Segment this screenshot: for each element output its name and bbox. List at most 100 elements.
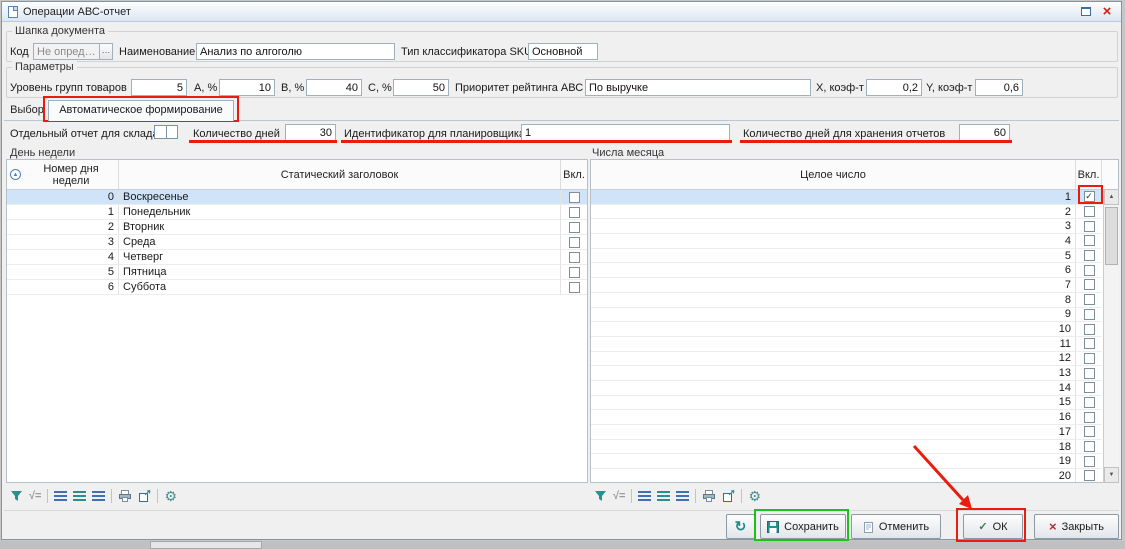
abc-priority-input[interactable] [585,79,811,96]
table-row[interactable]: 10 [591,322,1102,337]
planner-id-input[interactable] [521,124,730,141]
table-row[interactable]: 4 [591,234,1102,249]
list-grid-icon[interactable] [92,491,105,502]
print-icon[interactable] [702,490,716,502]
c-percent-input[interactable] [393,79,449,96]
table-row[interactable]: 11 [591,337,1102,352]
name-input[interactable] [196,43,395,60]
row-checkbox[interactable] [1084,294,1095,305]
row-checkbox[interactable] [1084,235,1095,246]
export-icon[interactable] [722,490,735,502]
table-row[interactable]: 14 [591,381,1102,396]
settings-gear-icon[interactable]: ⚙ [748,489,761,503]
ok-button[interactable]: ✓ ОК [963,514,1023,539]
sort-ascending-icon[interactable]: ▲ [10,169,21,180]
row-checkbox[interactable] [1084,456,1095,467]
code-browse-button[interactable]: … [99,44,112,59]
custom-filter-icon[interactable]: √= [29,490,41,502]
table-row[interactable]: 3 [591,219,1102,234]
close-window-button[interactable]: × [1099,5,1115,19]
table-row[interactable]: 8 [591,293,1102,308]
static-header-column-header[interactable]: Статический заголовок [119,160,561,189]
table-row[interactable]: 18 [591,440,1102,455]
scrollbar-thumb[interactable] [1105,207,1118,265]
row-checkbox[interactable] [1084,470,1095,481]
table-row[interactable]: 1Понедельник [7,205,587,220]
list-grid-icon[interactable] [676,491,689,502]
row-checkbox[interactable] [1084,206,1095,217]
scroll-down-arrow[interactable]: ▼ [1104,467,1119,483]
list-view-icon[interactable] [54,491,67,502]
row-checkbox[interactable] [1084,265,1095,276]
row-checkbox[interactable] [569,252,580,263]
table-row[interactable]: 2 [591,205,1102,220]
row-checkbox[interactable] [1084,353,1095,364]
row-checkbox[interactable] [1084,250,1095,261]
row-checkbox[interactable] [1084,309,1095,320]
table-row[interactable]: 1✓ [591,190,1102,205]
row-checkbox[interactable] [569,267,580,278]
list-view-icon[interactable] [638,491,651,502]
print-icon[interactable] [118,490,132,502]
row-checkbox[interactable] [1084,324,1095,335]
table-row[interactable]: 7 [591,278,1102,293]
table-row[interactable]: 9 [591,308,1102,323]
month-enabled-header[interactable]: Вкл. [1076,160,1102,189]
row-checkbox[interactable] [1084,279,1095,290]
close-button[interactable]: × Закрыть [1034,514,1119,539]
row-checkbox[interactable] [569,192,580,203]
tab-vybor[interactable]: Выбор [8,104,46,116]
table-row[interactable]: 6 [591,263,1102,278]
table-row[interactable]: 5 [591,249,1102,264]
table-row[interactable]: 4Четверг [7,250,587,265]
level-input[interactable] [131,79,187,96]
code-field[interactable]: Не опред… … [33,43,113,60]
weekday-number-header[interactable]: ▲ Номер дня недели [7,160,119,189]
list-add-icon[interactable] [657,491,670,502]
table-row[interactable]: 12 [591,352,1102,367]
sku-classifier-input[interactable] [528,43,598,60]
table-row[interactable]: 17 [591,425,1102,440]
maximize-button[interactable] [1078,5,1094,19]
list-add-icon[interactable] [73,491,86,502]
table-row[interactable]: 0Воскресенье [7,190,587,205]
row-checkbox[interactable] [1084,368,1095,379]
a-percent-input[interactable] [219,79,275,96]
refresh-button[interactable]: ↻ [726,514,755,539]
vertical-scrollbar[interactable]: ▲ ▼ [1103,189,1119,483]
row-checkbox[interactable] [569,222,580,233]
filter-icon[interactable] [594,490,607,502]
x-coef-input[interactable] [866,79,922,96]
save-button[interactable]: Сохранить [760,514,846,539]
cancel-button[interactable]: Отменить [851,514,941,539]
weekday-enabled-header[interactable]: Вкл. [561,160,587,189]
row-checkbox[interactable] [1084,426,1095,437]
table-row[interactable]: 2Вторник [7,220,587,235]
table-row[interactable]: 5Пятница [7,265,587,280]
days-count-input[interactable] [285,124,336,141]
table-row[interactable]: 6Суббота [7,280,587,295]
y-coef-input[interactable] [975,79,1023,96]
table-row[interactable]: 13 [591,366,1102,381]
separate-report-checkbox[interactable] [154,125,178,139]
row-checkbox[interactable] [1084,412,1095,423]
scroll-up-arrow[interactable]: ▲ [1104,189,1119,205]
row-checkbox[interactable] [1084,397,1095,408]
row-checkbox[interactable] [569,282,580,293]
row-checkbox[interactable] [1084,338,1095,349]
row-checkbox[interactable] [1084,441,1095,452]
settings-gear-icon[interactable]: ⚙ [164,489,177,503]
row-checkbox[interactable]: ✓ [1084,191,1095,202]
table-row[interactable]: 20 [591,469,1102,483]
row-checkbox[interactable] [569,207,580,218]
row-checkbox[interactable] [569,237,580,248]
row-checkbox[interactable] [1084,221,1095,232]
table-row[interactable]: 3Среда [7,235,587,250]
tab-auto-formation[interactable]: Автоматическое формирование [48,100,234,121]
custom-filter-icon[interactable]: √= [613,490,625,502]
retention-days-input[interactable] [959,124,1010,141]
table-row[interactable]: 15 [591,396,1102,411]
filter-icon[interactable] [10,490,23,502]
export-icon[interactable] [138,490,151,502]
table-row[interactable]: 16 [591,410,1102,425]
